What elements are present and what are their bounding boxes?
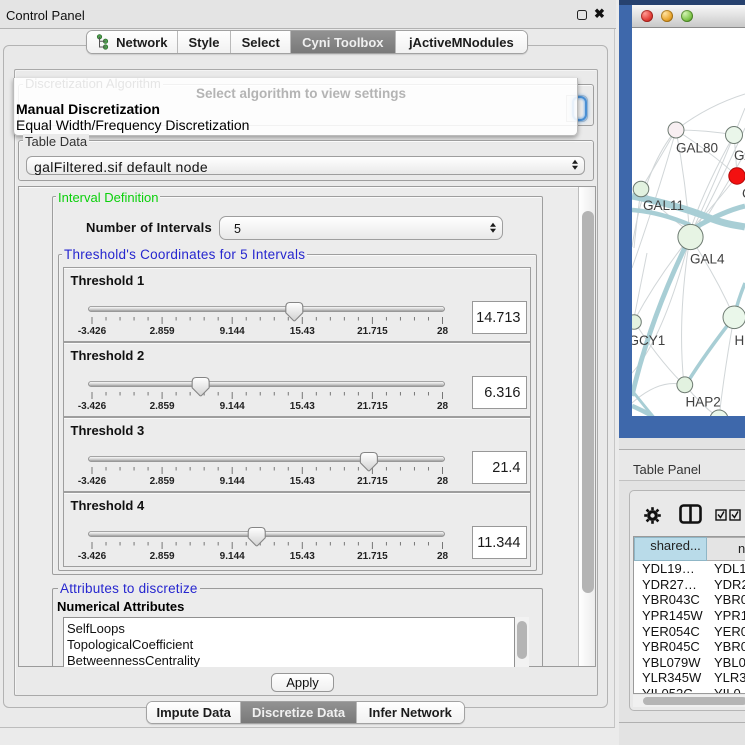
svg-text:15.43: 15.43 bbox=[289, 326, 314, 337]
svg-text:GA: GA bbox=[734, 148, 745, 163]
svg-text:GAL4: GAL4 bbox=[690, 252, 725, 267]
svg-text:2.859: 2.859 bbox=[149, 476, 174, 487]
svg-text:GAL11: GAL11 bbox=[643, 198, 684, 213]
svg-text:-3.426: -3.426 bbox=[77, 401, 106, 412]
svg-text:HAP2: HAP2 bbox=[686, 395, 721, 410]
svg-text:GAL80: GAL80 bbox=[676, 141, 718, 156]
svg-text:H: H bbox=[735, 333, 745, 348]
svg-text:9.144: 9.144 bbox=[219, 401, 244, 412]
svg-text:28: 28 bbox=[436, 326, 448, 337]
svg-text:21.715: 21.715 bbox=[357, 401, 388, 412]
svg-text:9.144: 9.144 bbox=[219, 476, 244, 487]
svg-text:2.859: 2.859 bbox=[149, 401, 174, 412]
svg-text:21.715: 21.715 bbox=[357, 476, 388, 487]
svg-text:15.43: 15.43 bbox=[289, 551, 314, 562]
svg-text:9.144: 9.144 bbox=[219, 326, 244, 337]
svg-text:28: 28 bbox=[436, 401, 448, 412]
svg-text:9.144: 9.144 bbox=[219, 551, 244, 562]
svg-text:28: 28 bbox=[436, 476, 448, 487]
svg-text:15.43: 15.43 bbox=[289, 401, 314, 412]
svg-text:21.715: 21.715 bbox=[357, 551, 388, 562]
svg-text:-3.426: -3.426 bbox=[77, 476, 106, 487]
svg-text:-3.426: -3.426 bbox=[77, 326, 106, 337]
svg-text:-3.426: -3.426 bbox=[77, 551, 106, 562]
svg-text:15.43: 15.43 bbox=[289, 476, 314, 487]
svg-text:2.859: 2.859 bbox=[149, 326, 174, 337]
svg-text:2.859: 2.859 bbox=[149, 551, 174, 562]
svg-text:GCY1: GCY1 bbox=[632, 333, 665, 348]
svg-text:28: 28 bbox=[436, 551, 448, 562]
svg-text:21.715: 21.715 bbox=[357, 326, 388, 337]
